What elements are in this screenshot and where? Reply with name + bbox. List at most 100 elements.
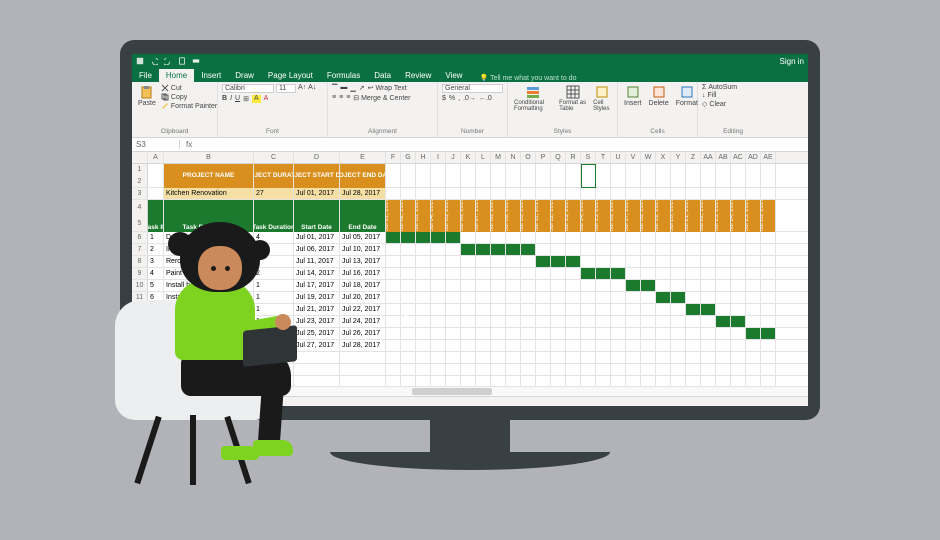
gantt-cell[interactable]	[416, 244, 431, 255]
gantt-cell[interactable]	[521, 304, 536, 315]
gantt-cell[interactable]	[686, 244, 701, 255]
bold-button[interactable]: B	[222, 95, 227, 103]
gantt-cell[interactable]	[386, 268, 401, 279]
gantt-cell[interactable]	[386, 328, 401, 339]
gantt-cell[interactable]	[551, 256, 566, 267]
gantt-cell[interactable]	[626, 340, 641, 351]
col-header[interactable]: AE	[761, 152, 776, 163]
gantt-cell[interactable]	[521, 280, 536, 291]
gantt-cell[interactable]	[401, 256, 416, 267]
gantt-cell[interactable]	[656, 232, 671, 243]
gantt-cell[interactable]	[656, 268, 671, 279]
gantt-cell[interactable]	[596, 340, 611, 351]
gantt-cell[interactable]	[581, 316, 596, 327]
gantt-cell[interactable]	[491, 316, 506, 327]
gantt-cell[interactable]	[746, 304, 761, 315]
gantt-cell[interactable]	[626, 328, 641, 339]
gantt-cell[interactable]	[656, 304, 671, 315]
gantt-cell[interactable]	[566, 340, 581, 351]
gantt-cell[interactable]	[566, 292, 581, 303]
gantt-cell[interactable]	[641, 232, 656, 243]
gantt-cell[interactable]	[641, 268, 656, 279]
gantt-cell[interactable]	[536, 316, 551, 327]
task-end-cell[interactable]: Jul 10, 2017	[340, 244, 386, 255]
date-header-cell[interactable]: Jul 07, 2017	[476, 200, 491, 232]
gantt-cell[interactable]	[731, 328, 746, 339]
gantt-cell[interactable]	[596, 316, 611, 327]
gantt-cell[interactable]	[506, 280, 521, 291]
gantt-cell[interactable]	[701, 340, 716, 351]
date-header-cell[interactable]: Jul 15, 2017	[596, 200, 611, 232]
active-cell[interactable]	[581, 164, 596, 188]
gantt-cell[interactable]	[731, 280, 746, 291]
date-header-cell[interactable]: Jul 16, 2017	[611, 200, 626, 232]
gantt-cell[interactable]	[446, 328, 461, 339]
col-header[interactable]: H	[416, 152, 431, 163]
gantt-cell[interactable]	[521, 256, 536, 267]
signin-link[interactable]: Sign in	[780, 57, 804, 66]
date-header-cell[interactable]: Jul 12, 2017	[551, 200, 566, 232]
format-as-table-button[interactable]: Format as Table	[557, 84, 588, 113]
gantt-cell[interactable]	[701, 304, 716, 315]
gantt-cell[interactable]	[686, 256, 701, 267]
gantt-cell[interactable]	[731, 244, 746, 255]
gantt-cell[interactable]	[521, 232, 536, 243]
gantt-cell[interactable]	[551, 292, 566, 303]
gantt-cell[interactable]	[581, 292, 596, 303]
project-header-cell[interactable]: PROJECT NAME	[164, 164, 254, 188]
gantt-cell[interactable]	[416, 304, 431, 315]
gantt-cell[interactable]	[701, 268, 716, 279]
print-icon[interactable]	[192, 57, 200, 65]
col-header[interactable]: Q	[551, 152, 566, 163]
delete-cells-button[interactable]: Delete	[647, 84, 671, 108]
gantt-cell[interactable]	[746, 256, 761, 267]
gantt-cell[interactable]	[461, 304, 476, 315]
number-format-select[interactable]: General	[442, 84, 503, 93]
gantt-cell[interactable]	[626, 316, 641, 327]
autosum-button[interactable]: Σ AutoSum	[702, 84, 737, 91]
col-header[interactable]: P	[536, 152, 551, 163]
gantt-cell[interactable]	[701, 316, 716, 327]
col-header[interactable]: Z	[686, 152, 701, 163]
gantt-cell[interactable]	[401, 328, 416, 339]
gantt-cell[interactable]	[551, 340, 566, 351]
clear-button[interactable]: ◇ Clear	[702, 100, 737, 108]
task-end-cell[interactable]: Jul 18, 2017	[340, 280, 386, 291]
cut-button[interactable]: Cut	[161, 84, 217, 92]
col-header[interactable]: D	[294, 152, 340, 163]
gantt-cell[interactable]	[551, 328, 566, 339]
align-top-icon[interactable]: ▔	[332, 84, 337, 92]
gantt-cell[interactable]	[566, 268, 581, 279]
gantt-cell[interactable]	[536, 268, 551, 279]
date-header-cell[interactable]: Jul 22, 2017	[701, 200, 716, 232]
gantt-cell[interactable]	[566, 244, 581, 255]
gantt-cell[interactable]	[761, 244, 776, 255]
gantt-cell[interactable]	[506, 340, 521, 351]
paste-button[interactable]: Paste	[136, 84, 158, 110]
col-header[interactable]: O	[521, 152, 536, 163]
gantt-cell[interactable]	[716, 268, 731, 279]
gantt-cell[interactable]	[461, 268, 476, 279]
gantt-cell[interactable]	[761, 280, 776, 291]
font-size-select[interactable]: 11	[276, 84, 296, 93]
gantt-cell[interactable]	[641, 328, 656, 339]
gantt-cell[interactable]	[596, 280, 611, 291]
gantt-cell[interactable]	[611, 340, 626, 351]
gantt-cell[interactable]	[701, 328, 716, 339]
gantt-cell[interactable]	[386, 256, 401, 267]
gantt-cell[interactable]	[506, 232, 521, 243]
date-header-cell[interactable]: Jul 04, 2017	[431, 200, 446, 232]
gantt-cell[interactable]	[671, 304, 686, 315]
gantt-cell[interactable]	[551, 244, 566, 255]
gantt-cell[interactable]	[746, 268, 761, 279]
gantt-cell[interactable]	[476, 292, 491, 303]
gantt-cell[interactable]	[701, 292, 716, 303]
task-end-cell[interactable]: Jul 05, 2017	[340, 232, 386, 243]
gantt-cell[interactable]	[521, 328, 536, 339]
gantt-cell[interactable]	[596, 268, 611, 279]
col-header[interactable]: I	[431, 152, 446, 163]
wrap-text-button[interactable]: ↩ Wrap Text	[368, 84, 407, 92]
gantt-cell[interactable]	[566, 316, 581, 327]
gantt-cell[interactable]	[491, 256, 506, 267]
new-icon[interactable]	[178, 57, 186, 65]
